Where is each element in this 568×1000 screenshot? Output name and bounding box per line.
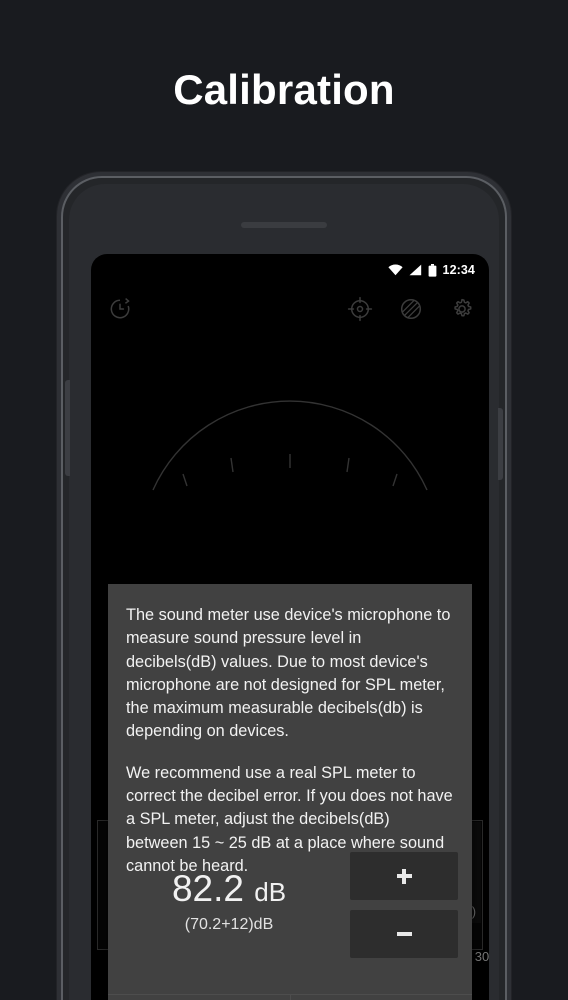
done-button[interactable]: DONE	[291, 995, 473, 1000]
calibration-dialog: The sound meter use device's microphone …	[108, 584, 472, 1000]
volume-button[interactable]	[65, 380, 70, 476]
phone-body: 12:34 30 The sound meter use device's mi…	[65, 184, 503, 1000]
calibration-value-unit: dB	[254, 877, 287, 907]
contrast-toggle-button[interactable]	[398, 296, 424, 322]
battery-icon	[428, 263, 436, 277]
page-title: Calibration	[173, 66, 395, 113]
calibration-steppers	[350, 852, 472, 958]
chart-xtick: 30	[474, 949, 489, 964]
phone-bezel: 12:34 30 The sound meter use device's mi…	[61, 176, 507, 1000]
dialog-description: The sound meter use device's microphone …	[108, 584, 472, 878]
calibration-target-button[interactable]	[347, 296, 373, 322]
status-bar-clock: 12:34	[442, 263, 475, 277]
phone-device-frame: 12:34 30 The sound meter use device's mi…	[57, 172, 511, 1000]
history-reset-icon	[110, 298, 130, 319]
decrement-button[interactable]	[350, 910, 458, 958]
phone-screen: 12:34 30 The sound meter use device's mi…	[91, 254, 489, 1000]
screenshot-root: Calibration 12:34 30 The sound meter use…	[0, 0, 568, 1000]
calibration-value-number: 82.2	[171, 868, 244, 909]
wifi-icon	[387, 264, 403, 276]
toolbar-actions	[347, 296, 475, 322]
cancel-button[interactable]: CANCEL	[108, 995, 290, 1000]
increment-button[interactable]	[350, 852, 458, 900]
calibration-value-row: 82.2 dB (70.2+12)dB	[108, 852, 472, 964]
settings-button[interactable]	[449, 296, 475, 322]
dialog-actions: CANCEL DONE	[108, 994, 472, 1000]
status-bar: 12:34	[91, 259, 489, 281]
calibration-value: 82.2 dB	[108, 870, 350, 907]
calibration-value-breakdown: (70.2+12)dB	[184, 916, 274, 933]
app-toolbar	[91, 288, 489, 336]
reset-history-button[interactable]	[107, 296, 133, 322]
calibration-value-block: 82.2 dB (70.2+12)dB	[108, 852, 350, 934]
signal-icon	[409, 264, 421, 276]
earpiece-speaker	[241, 222, 327, 228]
decorative-gauge-arc	[152, 400, 428, 491]
settings-gear-icon	[454, 298, 472, 317]
power-button[interactable]	[498, 408, 503, 480]
minus-icon	[396, 932, 412, 936]
calibration-target-icon	[347, 296, 373, 322]
plus-icon	[396, 868, 412, 884]
contrast-circle-icon	[400, 298, 422, 320]
dialog-paragraph-1: The sound meter use device's microphone …	[126, 606, 451, 741]
